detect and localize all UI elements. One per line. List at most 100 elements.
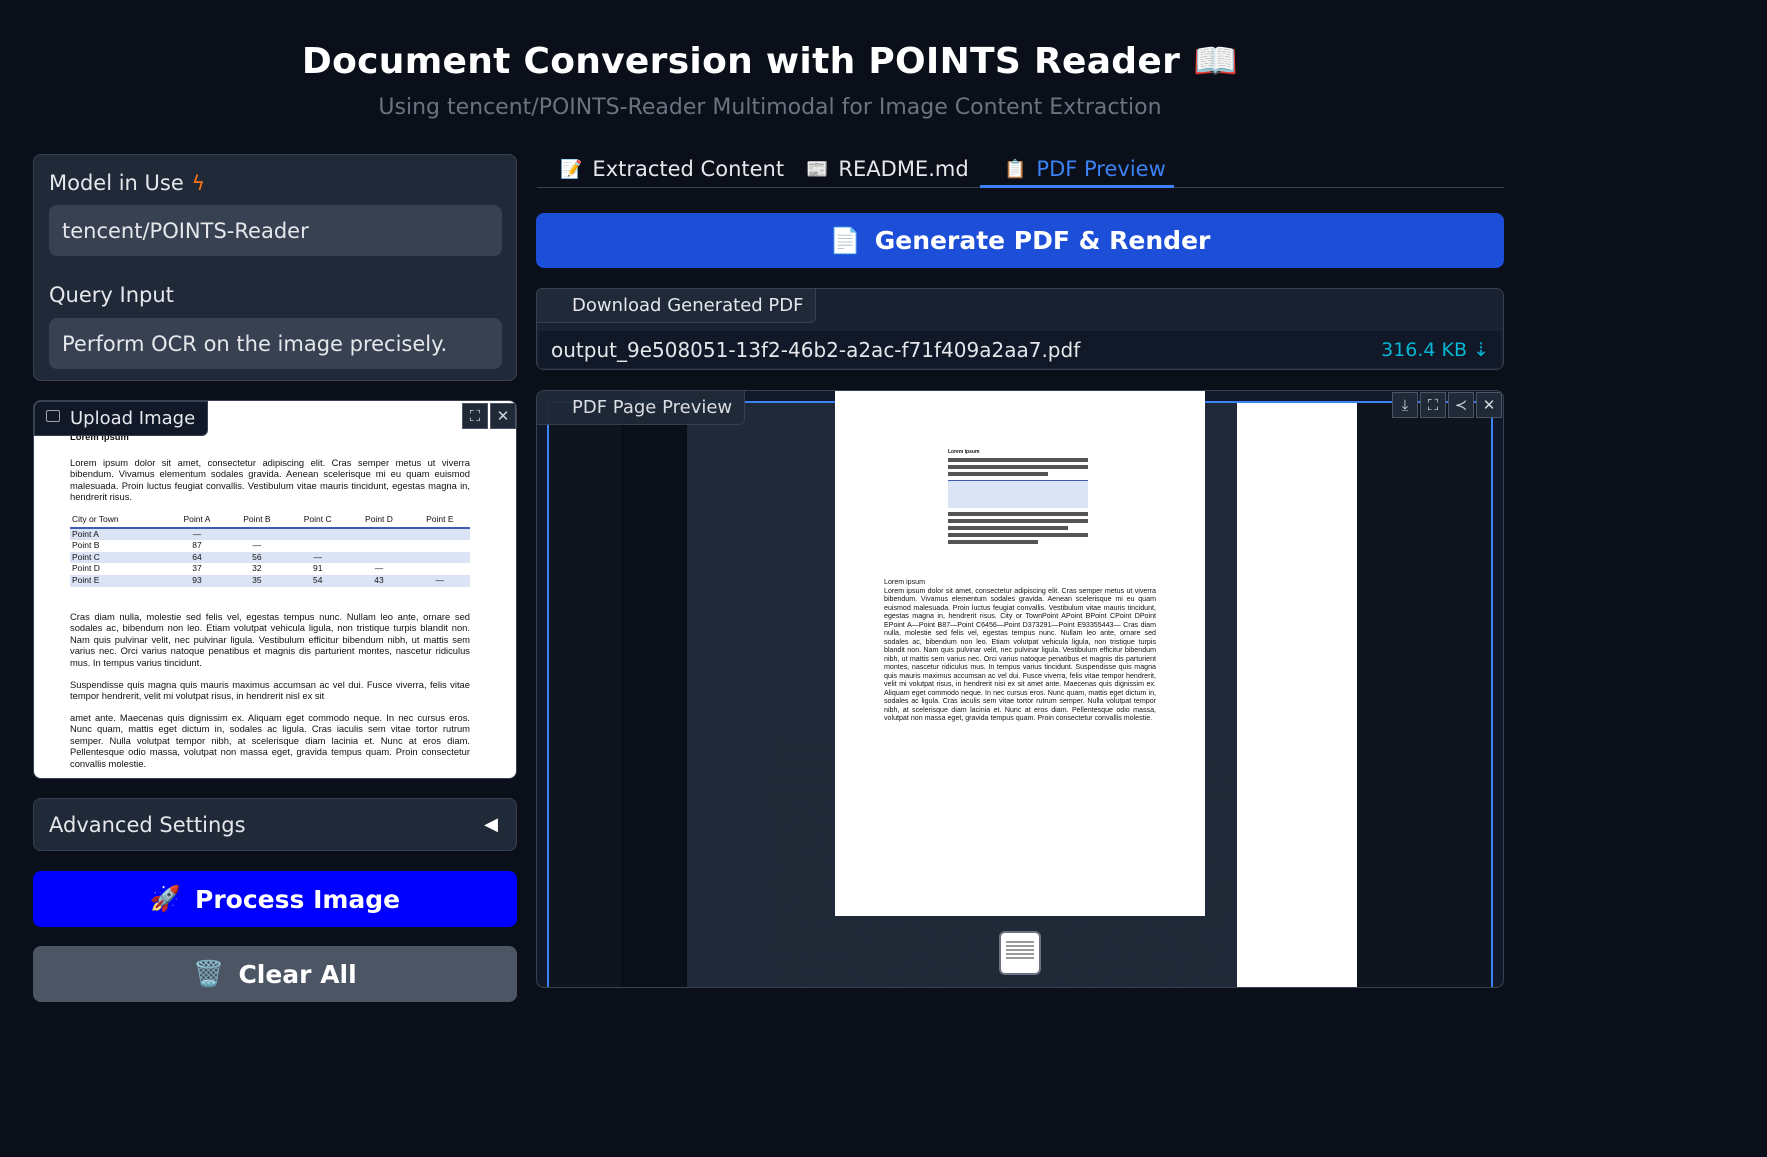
pdf-embedded-heading: Lorem ipsum xyxy=(948,449,980,455)
advanced-settings-label: Advanced Settings xyxy=(49,812,246,837)
doc-paragraph: amet ante. Maecenas quis dignissim ex. A… xyxy=(70,711,470,770)
table-cell xyxy=(227,528,287,541)
table-cell: Point E xyxy=(72,574,100,585)
table-cell: 56 xyxy=(252,551,262,562)
pdf-embedded-line xyxy=(948,472,1048,476)
tab-extracted-content[interactable]: 📝 Extracted Content xyxy=(560,157,784,181)
query-value: Perform OCR on the image precisely. xyxy=(62,331,448,356)
generate-pdf-label: Generate PDF & Render xyxy=(874,226,1211,255)
table-cell xyxy=(410,563,470,575)
table-cell: 91 xyxy=(312,563,323,574)
fullscreen-icon[interactable]: ⛶ xyxy=(462,403,488,429)
doc-paragraph: Lorem ipsum dolor sit amet, consectetur … xyxy=(70,456,470,503)
pdf-embedded-line xyxy=(948,465,1088,469)
caret-left-icon: ◀ xyxy=(484,814,498,835)
share-icon[interactable]: ≺ xyxy=(1448,392,1474,418)
pdf-preview-label: PDF Page Preview xyxy=(537,391,746,425)
table-cell: — xyxy=(252,540,262,551)
rocket-icon: 🚀 xyxy=(149,884,181,913)
table-cell xyxy=(348,528,409,541)
preview-bg-strip-dark xyxy=(621,403,687,987)
upload-image-label: Upload Image xyxy=(34,401,209,436)
table-cell xyxy=(410,528,470,541)
close-icon[interactable]: ✕ xyxy=(1476,392,1502,418)
clear-all-button[interactable]: 🗑️ Clear All xyxy=(33,946,517,1002)
doc-table: City or Town Point A Point B Point C Point D… xyxy=(70,513,470,587)
query-label: Query Input xyxy=(49,283,174,307)
download-file-row[interactable]: output_9e508051-13f2-46b2-a2ac-f71f409a2… xyxy=(539,331,1501,368)
tab-readme[interactable]: 📰 README.md xyxy=(806,157,969,181)
trash-icon: 🗑️ xyxy=(193,959,225,988)
download-icon[interactable]: ⤓ xyxy=(1392,392,1418,418)
pdf-page: Lorem ipsum Lorem ipsum Lorem ipsum dolo… xyxy=(835,391,1205,916)
table-row: Point B 87 — xyxy=(70,540,470,552)
download-panel: Download Generated PDF output_9e508051-1… xyxy=(536,288,1504,370)
model-query-panel: Model in Use ϟ tencent/POINTS-Reader Que… xyxy=(33,154,517,381)
table-cell: Point C xyxy=(72,551,100,562)
pdf-page-text: Lorem ipsum Lorem ipsum dolor sit amet, … xyxy=(884,578,1156,722)
table-cell: 43 xyxy=(374,574,384,585)
process-image-label: Process Image xyxy=(195,884,401,914)
generate-pdf-button[interactable]: 📄 Generate PDF & Render xyxy=(536,213,1504,268)
clear-all-label: Clear All xyxy=(238,959,357,989)
lightning-icon: ϟ xyxy=(191,171,205,195)
download-filename[interactable]: output_9e508051-13f2-46b2-a2ac-f71f409a2… xyxy=(551,338,1080,362)
table-cell: 64 xyxy=(192,551,202,562)
doc-paragraph: Suspendisse quis magna quis mauris maxim… xyxy=(70,678,470,702)
table-cell xyxy=(348,552,409,564)
newspaper-icon: 📰 xyxy=(806,158,829,180)
table-header-cell: City or Town xyxy=(72,513,119,524)
table-cell: — xyxy=(313,551,322,562)
table-row: Point C 64 56 — xyxy=(70,551,470,564)
table-cell: Point B xyxy=(72,540,100,551)
table-cell: — xyxy=(192,528,202,539)
model-field[interactable]: tencent/POINTS-Reader xyxy=(49,205,502,256)
table-cell xyxy=(348,540,409,552)
table-cell xyxy=(287,540,348,552)
model-label: Model in Use xyxy=(49,171,184,195)
pdf-embedded-line xyxy=(948,526,1068,530)
table-cell xyxy=(287,528,348,541)
tab-pdf-preview[interactable]: 📋 PDF Preview xyxy=(1004,157,1166,181)
image-icon xyxy=(46,410,60,422)
table-cell: 54 xyxy=(312,574,323,585)
table-row: Point D 37 32 91 — xyxy=(70,563,470,575)
table-header-cell: Point C xyxy=(303,513,332,524)
query-input[interactable]: Perform OCR on the image precisely. xyxy=(49,318,502,369)
table-row: Point E 93 35 54 43 — xyxy=(70,574,470,587)
download-filesize[interactable]: 316.4 KB ⇣ xyxy=(1381,339,1489,361)
table-header-cell: Point E xyxy=(426,513,454,524)
clipboard-icon: 📋 xyxy=(1004,158,1027,180)
table-cell: 35 xyxy=(252,574,262,585)
table-cell: Point A xyxy=(72,528,99,539)
pdf-embedded-line xyxy=(948,512,1088,516)
table-cell: 32 xyxy=(252,563,262,574)
preview-bg-line: cursus eros. Nunc quam, mattis eget dict… xyxy=(775,973,1234,988)
close-icon[interactable]: ✕ xyxy=(490,403,516,429)
pdf-embedded-line xyxy=(948,458,1088,462)
table-header-cell: Point A xyxy=(183,513,211,524)
pdf-embedded-line xyxy=(948,540,1038,544)
download-label: Download Generated PDF xyxy=(536,288,817,323)
table-cell: — xyxy=(374,563,384,574)
pdf-embedded-line xyxy=(948,519,1088,523)
document-icon: 📄 xyxy=(829,225,861,255)
table-cell: — xyxy=(435,574,445,585)
memo-icon: 📝 xyxy=(560,158,583,180)
upload-image-panel[interactable]: Lorem ipsum Lorem ipsum dolor sit amet, … xyxy=(33,400,517,779)
uploaded-document: Lorem ipsum Lorem ipsum dolor sit amet, … xyxy=(70,431,470,770)
doc-paragraph: Cras diam nulla, molestie sed felis vel,… xyxy=(70,610,470,668)
pdf-embedded-line xyxy=(948,533,1088,537)
table-header-cell: Point D xyxy=(365,513,393,524)
process-image-button[interactable]: 🚀 Process Image xyxy=(33,871,517,927)
advanced-settings-accordion[interactable]: Advanced Settings ◀ xyxy=(33,798,517,851)
table-cell xyxy=(410,552,470,564)
table-cell xyxy=(410,540,470,552)
fullscreen-icon[interactable]: ⛶ xyxy=(1420,392,1446,418)
pdf-embedded-table xyxy=(948,480,1088,508)
table-cell: Point D xyxy=(72,563,100,574)
table-cell: 93 xyxy=(192,574,202,585)
active-tab-indicator xyxy=(980,185,1174,188)
table-row: Point A — xyxy=(70,527,470,541)
page-thumbnail[interactable] xyxy=(999,931,1041,975)
